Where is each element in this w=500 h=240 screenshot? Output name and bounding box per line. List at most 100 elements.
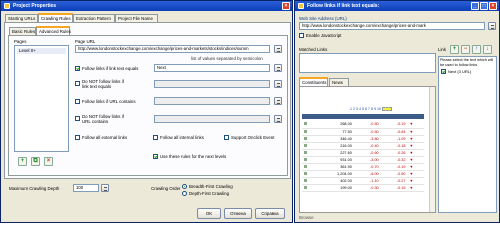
- page-url-label: Page URL: [75, 39, 96, 44]
- app-icon: [4, 3, 10, 9]
- page-link[interactable]: 10: [377, 107, 381, 111]
- trend-icon: ▼: [407, 156, 424, 164]
- price-cell: 227.60: [314, 149, 354, 157]
- option-checkbox[interactable]: [441, 69, 446, 74]
- table-row: 227.60 -0.60 -0.26 ▼: [302, 149, 424, 157]
- price-cell: 402.00: [314, 177, 354, 185]
- go-button[interactable]: [488, 22, 496, 30]
- row-icon: [302, 184, 314, 192]
- page-url-browse-button[interactable]: [274, 45, 282, 53]
- tab-constituents[interactable]: Constituents: [299, 77, 328, 86]
- move-up-icon[interactable]: ↑: [472, 45, 481, 54]
- tab-project-file-name[interactable]: Project File Name: [115, 14, 158, 22]
- page-link[interactable]: 5: [362, 107, 364, 111]
- copy-page-icon[interactable]: ⧉: [31, 157, 40, 166]
- not-follow-url-contains-edit-button[interactable]: [274, 115, 282, 123]
- pages-list[interactable]: Level 0+: [14, 45, 69, 152]
- max-depth-stepper[interactable]: [101, 184, 109, 192]
- tab-starting-urls[interactable]: Starting URLs: [5, 14, 38, 22]
- not-follow-link-text-input[interactable]: [154, 80, 270, 88]
- not-follow-link-text-label: Do NOT follow links if link text equals: [82, 79, 124, 89]
- close-icon[interactable]: ×: [282, 2, 290, 10]
- follow-links-titlebar[interactable]: Follow links if link text equals: _ □ ×: [295, 1, 499, 11]
- follow-link-text-edit-button[interactable]: [274, 64, 282, 72]
- pct-cell: -0.26: [380, 149, 408, 157]
- tab-news[interactable]: News: [329, 78, 349, 86]
- depth-first-radio[interactable]: [182, 191, 187, 196]
- table-header-bar: [302, 114, 424, 119]
- page-link[interactable]: 4: [359, 107, 361, 111]
- page-link[interactable]: 9: [374, 107, 376, 111]
- trend-icon: ▼: [407, 163, 424, 171]
- not-follow-link-text-checkbox[interactable]: [75, 81, 80, 86]
- add-page-icon[interactable]: +: [18, 157, 27, 166]
- close-icon[interactable]: ×: [489, 2, 497, 10]
- pct-cell: -0.19: [380, 121, 408, 129]
- tab-extraction-pattern[interactable]: Extraction Pattern: [73, 14, 115, 22]
- matched-links-list[interactable]: [299, 53, 436, 73]
- follow-internal-checkbox[interactable]: [153, 135, 158, 140]
- change-cell: -0.50: [353, 121, 381, 129]
- table-row: 346.40 -3.80 -1.09 ▼: [302, 135, 424, 143]
- not-follow-url-contains-checkbox[interactable]: [75, 116, 80, 121]
- page-link[interactable]: 3: [356, 107, 358, 111]
- table-row: 931.00 -3.00 -0.32 ▼: [302, 156, 424, 164]
- breadth-first-radio[interactable]: [182, 184, 187, 189]
- row-icon: [302, 149, 314, 157]
- help-button[interactable]: Справка: [255, 208, 285, 219]
- browser-view[interactable]: 1 2 3 4 5 6 7 8 9 10 268.00 -0.50 -0.19 ▼ 77…: [299, 86, 436, 213]
- delete-page-icon[interactable]: ×: [44, 157, 53, 166]
- follow-link-text-checkbox[interactable]: [75, 66, 80, 71]
- maximize-icon[interactable]: □: [480, 2, 488, 10]
- separator-hint: list of values separated by semicolon: [191, 56, 263, 61]
- not-follow-link-text-edit-button[interactable]: [274, 80, 282, 88]
- max-depth-input[interactable]: 100: [73, 184, 99, 192]
- tab-crawling-rules[interactable]: Crawling Rules: [38, 13, 73, 22]
- pages-list-item[interactable]: Level 0+: [17, 48, 66, 54]
- row-icon: [302, 128, 314, 136]
- ok-button[interactable]: OK: [197, 208, 221, 219]
- support-onclick-checkbox[interactable]: [224, 135, 229, 140]
- enable-js-checkbox[interactable]: [299, 33, 304, 38]
- pct-cell: -0.19: [380, 163, 408, 171]
- trend-icon: ▼: [407, 121, 424, 129]
- page-link[interactable]: 2: [353, 107, 355, 111]
- change-cell: -1.10: [353, 177, 381, 185]
- move-down-icon[interactable]: ↓: [483, 45, 492, 54]
- page-link[interactable]: 6: [365, 107, 367, 111]
- follow-link-text-input[interactable]: Next: [154, 64, 270, 72]
- crawling-order-label: Crawling Order: [151, 186, 181, 191]
- address-input[interactable]: http://www.londonstockexchange.com/excha…: [299, 22, 485, 30]
- advanced-rules-panel: Pages Level 0+ + ⧉ × Page URL http://www…: [8, 35, 288, 176]
- price-cell: 268.00: [314, 121, 354, 129]
- use-rules-next-checkbox[interactable]: [153, 154, 158, 159]
- project-properties-titlebar[interactable]: Project Properties ×: [1, 1, 292, 11]
- not-follow-url-contains-input[interactable]: [154, 115, 270, 123]
- follow-url-contains-input[interactable]: [154, 97, 270, 105]
- follow-internal-label: Follow all internal links: [160, 135, 204, 140]
- add-link-icon[interactable]: +: [450, 45, 459, 54]
- follow-external-checkbox[interactable]: [75, 135, 80, 140]
- link-label: Link: [438, 47, 447, 52]
- table-row: 1,204.00 -6.00 -0.50 ▼: [302, 170, 424, 178]
- pct-cell: -1.09: [380, 135, 408, 143]
- page-link[interactable]: 7: [368, 107, 370, 111]
- minimize-icon[interactable]: _: [471, 2, 479, 10]
- footer-label: Browse: [299, 215, 314, 220]
- tab-advanced-rules[interactable]: Advanced Rules: [36, 26, 71, 35]
- follow-url-contains-edit-button[interactable]: [274, 97, 282, 105]
- tab-basic-rules[interactable]: Basic Rules: [9, 27, 36, 35]
- next-page-highlight[interactable]: [382, 107, 392, 111]
- follow-link-text-label: Follow links if link text equals: [82, 66, 139, 71]
- page-link[interactable]: 1: [350, 107, 352, 111]
- follow-url-contains-checkbox[interactable]: [75, 99, 80, 104]
- remove-link-icon[interactable]: −: [461, 45, 470, 54]
- cancel-button[interactable]: Отмена: [224, 208, 252, 219]
- price-cell: 361.90: [314, 163, 354, 171]
- change-cell: -3.80: [353, 135, 381, 143]
- change-cell: -0.60: [353, 149, 381, 157]
- page-link[interactable]: 8: [371, 107, 373, 111]
- browser-scrollbar[interactable]: [429, 87, 435, 212]
- page-url-input[interactable]: http://www.londonstockexchange.com/excha…: [75, 45, 270, 53]
- option-item[interactable]: Next (3 URL): [439, 68, 496, 75]
